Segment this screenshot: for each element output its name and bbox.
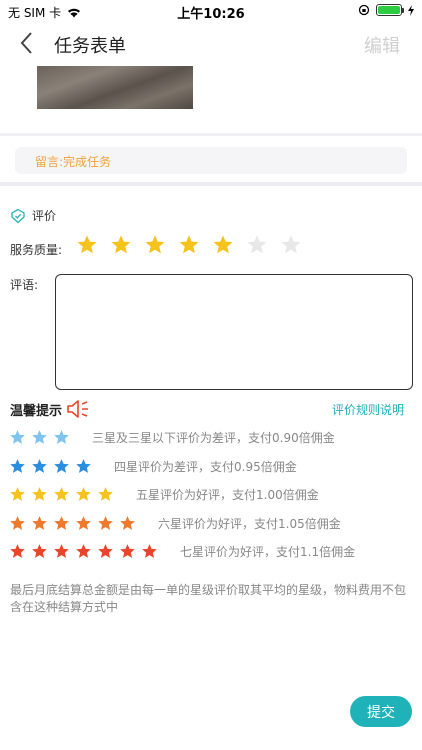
tier-star-icon: [54, 515, 69, 530]
battery-icon: [376, 4, 404, 16]
settlement-footnote: 最后月底结算总金额是由每一单的星级评价取其平均的星级，物料费用不包含在这种结算方…: [10, 583, 407, 614]
service-quality-rating[interactable]: [76, 234, 302, 256]
comment-input[interactable]: [55, 274, 413, 390]
tier-star-icon: [98, 515, 113, 530]
rating-star-filled-icon[interactable]: [178, 234, 200, 256]
tier-star-icon: [142, 543, 157, 558]
comment-label: 评语:: [10, 278, 39, 292]
tier-description: 七星评价为好评，支付1.1倍佣金: [180, 544, 356, 559]
tier-stars: [9, 429, 70, 446]
rating-tier-row: 七星评价为好评，支付1.1倍佣金: [9, 542, 355, 560]
rating-tier-row: 三星及三星以下评价为差评，支付0.90倍佣金: [9, 428, 335, 446]
tier-star-icon: [32, 543, 47, 558]
rating-star-filled-icon[interactable]: [212, 234, 234, 256]
back-chevron-icon[interactable]: [14, 30, 40, 56]
tier-star-icon: [10, 543, 25, 558]
rating-star-filled-icon[interactable]: [144, 234, 166, 256]
tier-star-icon: [54, 458, 69, 473]
speaker-icon: [67, 400, 89, 418]
remark-text: 留言:完成任务: [35, 155, 112, 169]
tier-star-icon: [98, 486, 113, 501]
rotation-lock-icon: [358, 4, 370, 16]
tier-stars: [9, 458, 92, 475]
rating-star-filled-icon[interactable]: [76, 234, 98, 256]
tier-star-icon: [54, 429, 69, 444]
tier-star-icon: [76, 543, 91, 558]
tips-title: 温馨提示: [10, 403, 63, 419]
tips-header: 温馨提示: [10, 399, 92, 419]
charging-icon: [408, 4, 414, 16]
status-bar: 无 SIM 卡 上午10:26: [0, 0, 422, 22]
page-title: 任务表单: [54, 36, 126, 57]
rating-tier-row: 四星评价为差评，支付0.95倍佣金: [9, 457, 297, 475]
tier-star-icon: [32, 515, 47, 530]
rating-tier-row: 五星评价为好评，支付1.00倍佣金: [9, 485, 319, 503]
tier-star-icon: [98, 543, 113, 558]
tier-stars: [9, 515, 136, 532]
nav-bar: 任务表单 编辑: [0, 22, 422, 64]
remark-box: 留言:完成任务: [15, 147, 407, 174]
evaluation-header: 评价: [10, 207, 56, 224]
tier-star-icon: [54, 543, 69, 558]
rating-star-filled-icon[interactable]: [110, 234, 132, 256]
tier-star-icon: [120, 515, 135, 530]
tier-star-icon: [32, 486, 47, 501]
service-quality-label: 服务质量:: [10, 243, 63, 257]
rating-tier-row: 六星评价为好评，支付1.05倍佣金: [9, 514, 341, 532]
rating-star-empty-icon[interactable]: [246, 234, 268, 256]
tier-description: 六星评价为好评，支付1.05倍佣金: [158, 516, 341, 531]
tier-stars: [9, 486, 114, 503]
tier-star-icon: [76, 458, 91, 473]
tier-description: 四星评价为差评，支付0.95倍佣金: [114, 459, 297, 474]
tier-star-icon: [10, 486, 25, 501]
tier-description: 三星及三星以下评价为差评，支付0.90倍佣金: [92, 430, 335, 445]
submit-button[interactable]: 提交: [350, 696, 412, 727]
tier-star-icon: [54, 486, 69, 501]
tier-star-icon: [120, 543, 135, 558]
tier-star-icon: [76, 515, 91, 530]
tier-description: 五星评价为好评，支付1.00倍佣金: [136, 487, 319, 502]
evaluation-icon: [11, 208, 25, 223]
divider: [0, 133, 422, 136]
rating-star-empty-icon[interactable]: [280, 234, 302, 256]
tier-star-icon: [10, 458, 25, 473]
tier-star-icon: [32, 429, 47, 444]
tier-star-icon: [10, 429, 25, 444]
edit-button[interactable]: 编辑: [364, 32, 400, 58]
section-divider: [0, 182, 422, 186]
tier-star-icon: [76, 486, 91, 501]
tier-star-icon: [10, 515, 25, 530]
task-photo[interactable]: [37, 66, 193, 109]
tier-stars: [9, 543, 158, 560]
tier-star-icon: [32, 458, 47, 473]
evaluation-title: 评价: [32, 209, 57, 223]
rating-rules-link[interactable]: 评价规则说明: [332, 401, 404, 418]
